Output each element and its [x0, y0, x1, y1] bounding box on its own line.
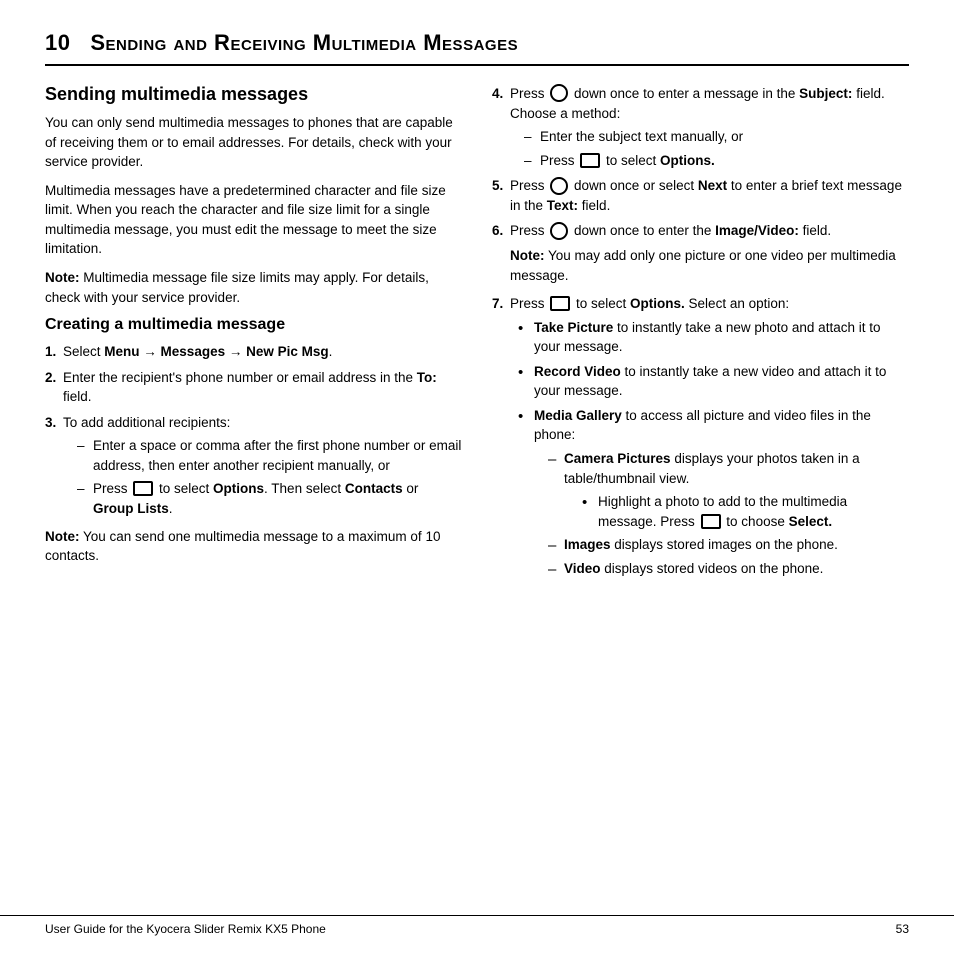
circle-icon-4	[550, 84, 568, 102]
chapter-number: 10	[45, 30, 70, 55]
step-1: 1. Select Menu → Messages → New Pic Msg.	[45, 342, 462, 362]
step5-num: 5.	[492, 176, 503, 196]
step2-num: 2.	[45, 368, 56, 388]
step3-dashes: Enter a space or comma after the first p…	[77, 436, 462, 518]
step6-num: 6.	[492, 221, 503, 241]
footer-page: 53	[896, 922, 909, 936]
chapter-title: Sending and Receiving Multimedia Message…	[90, 30, 518, 55]
note1: Note: Multimedia message file size limit…	[45, 268, 462, 307]
step-5: 5. Press down once or select Next to ent…	[492, 176, 909, 215]
footer-left: User Guide for the Kyocera Slider Remix …	[45, 922, 326, 936]
step-4: 4. Press down once to enter a message in…	[492, 84, 909, 170]
section1-para2: Multimedia messages have a predetermined…	[45, 181, 462, 259]
nav-icon	[133, 481, 153, 496]
step7-num: 7.	[492, 294, 503, 314]
camera-pictures: Camera Pictures displays your photos tak…	[548, 449, 909, 531]
option-record-video: Record Video to instantly take a new vid…	[518, 362, 909, 401]
options-bullets: Take Picture to instantly take a new pho…	[518, 318, 909, 579]
step-6: 6. Press down once to enter the Image/Vi…	[492, 221, 909, 285]
step-2: 2. Enter the recipient's phone number or…	[45, 368, 462, 407]
note3: Note: You may add only one picture or on…	[510, 246, 909, 285]
chapter-header: 10 Sending and Receiving Multimedia Mess…	[45, 30, 909, 56]
step-3: 3. To add additional recipients: Enter a…	[45, 413, 462, 519]
left-column: Sending multimedia messages You can only…	[45, 84, 462, 586]
circle-icon-5	[550, 177, 568, 195]
step-7: 7. Press to select Options. Select an op…	[492, 294, 909, 578]
option-take-picture: Take Picture to instantly take a new pho…	[518, 318, 909, 357]
camera-sub-bullets: Highlight a photo to add to the multimed…	[582, 492, 909, 531]
images-option: Images displays stored images on the pho…	[548, 535, 909, 555]
step3-dash2: Press to select Options. Then select Con…	[77, 479, 462, 518]
note2: Note: You can send one multimedia messag…	[45, 527, 462, 566]
content-columns: Sending multimedia messages You can only…	[45, 84, 909, 586]
section1-para1: You can only send multimedia messages to…	[45, 113, 462, 172]
header-rule	[45, 64, 909, 66]
video-option: Video displays stored videos on the phon…	[548, 559, 909, 579]
option-media-gallery: Media Gallery to access all picture and …	[518, 406, 909, 579]
step3-num: 3.	[45, 413, 56, 433]
footer: User Guide for the Kyocera Slider Remix …	[0, 915, 954, 936]
step3-dash1: Enter a space or comma after the first p…	[77, 436, 462, 475]
steps-list: 1. Select Menu → Messages → New Pic Msg.…	[45, 342, 462, 519]
right-steps-list: 4. Press down once to enter a message in…	[492, 84, 909, 578]
media-gallery-dashes: Camera Pictures displays your photos tak…	[548, 449, 909, 578]
right-column: 4. Press down once to enter a message in…	[492, 84, 909, 586]
section2-title: Creating a multimedia message	[45, 316, 462, 334]
section1-title: Sending multimedia messages	[45, 84, 462, 105]
step4-num: 4.	[492, 84, 503, 104]
circle-icon-6	[550, 222, 568, 240]
step4-dash2: Press to select Options.	[524, 151, 909, 171]
camera-sub-bullet: Highlight a photo to add to the multimed…	[582, 492, 909, 531]
step1-num: 1.	[45, 342, 56, 362]
page: 10 Sending and Receiving Multimedia Mess…	[0, 0, 954, 954]
nav-icon-7	[550, 296, 570, 311]
nav-icon-select	[701, 514, 721, 529]
nav-icon-4	[580, 153, 600, 168]
step4-dashes: Enter the subject text manually, or Pres…	[524, 127, 909, 170]
step4-dash1: Enter the subject text manually, or	[524, 127, 909, 147]
